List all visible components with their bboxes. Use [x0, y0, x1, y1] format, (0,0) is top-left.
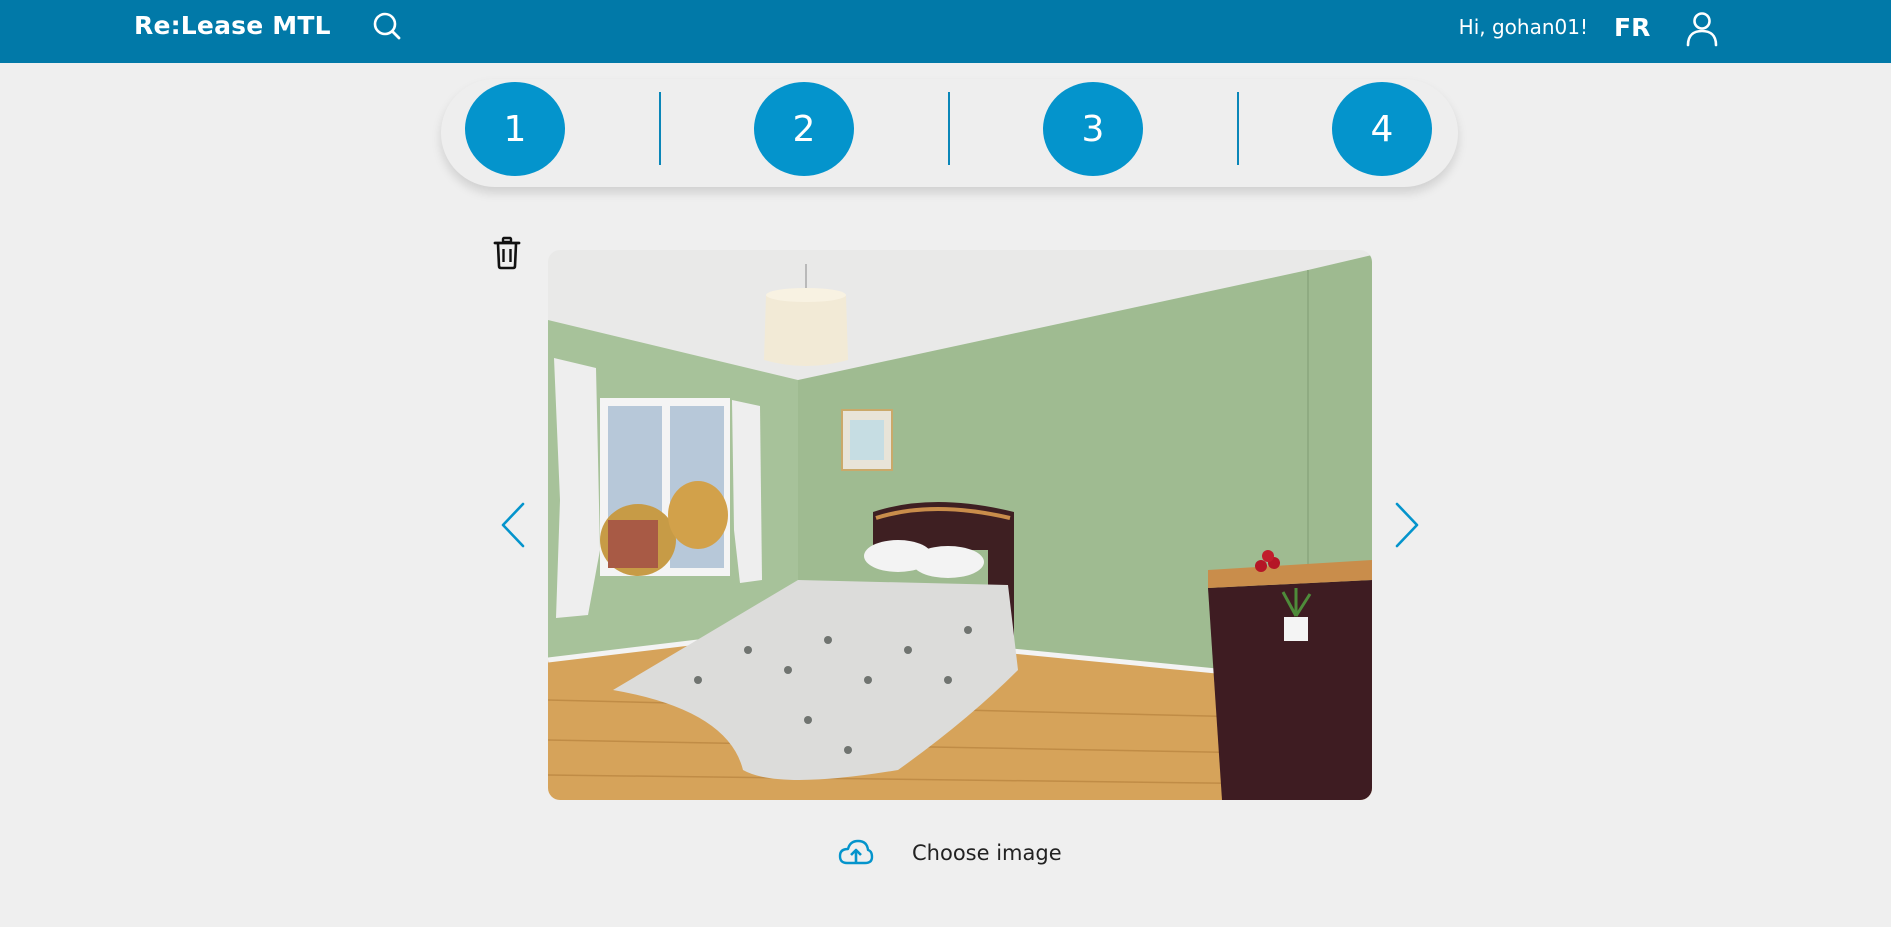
step-2[interactable]: 2: [754, 82, 854, 176]
choose-image-button[interactable]: Choose image: [838, 835, 1062, 871]
step-progress-bar: 1 2 3 4: [441, 79, 1458, 187]
chevron-left-icon[interactable]: [499, 500, 529, 550]
step-divider: [948, 92, 950, 165]
choose-image-label: Choose image: [912, 841, 1062, 865]
cloud-upload-icon: [838, 838, 874, 868]
step-1[interactable]: 1: [465, 82, 565, 176]
user-icon[interactable]: [1683, 10, 1721, 48]
step-divider: [659, 92, 661, 165]
step-divider: [1237, 92, 1239, 165]
search-icon[interactable]: [370, 10, 404, 44]
trash-icon[interactable]: [492, 236, 522, 270]
top-navigation-bar: Re:Lease MTL Hi, gohan01! FR: [0, 0, 1891, 63]
brand-logo[interactable]: Re:Lease MTL: [134, 11, 331, 40]
chevron-right-icon[interactable]: [1391, 500, 1421, 550]
language-toggle[interactable]: FR: [1614, 13, 1650, 42]
uploaded-photo-preview: [548, 250, 1372, 800]
step-3[interactable]: 3: [1043, 82, 1143, 176]
user-greeting: Hi, gohan01!: [1458, 15, 1588, 39]
step-4[interactable]: 4: [1332, 82, 1432, 176]
